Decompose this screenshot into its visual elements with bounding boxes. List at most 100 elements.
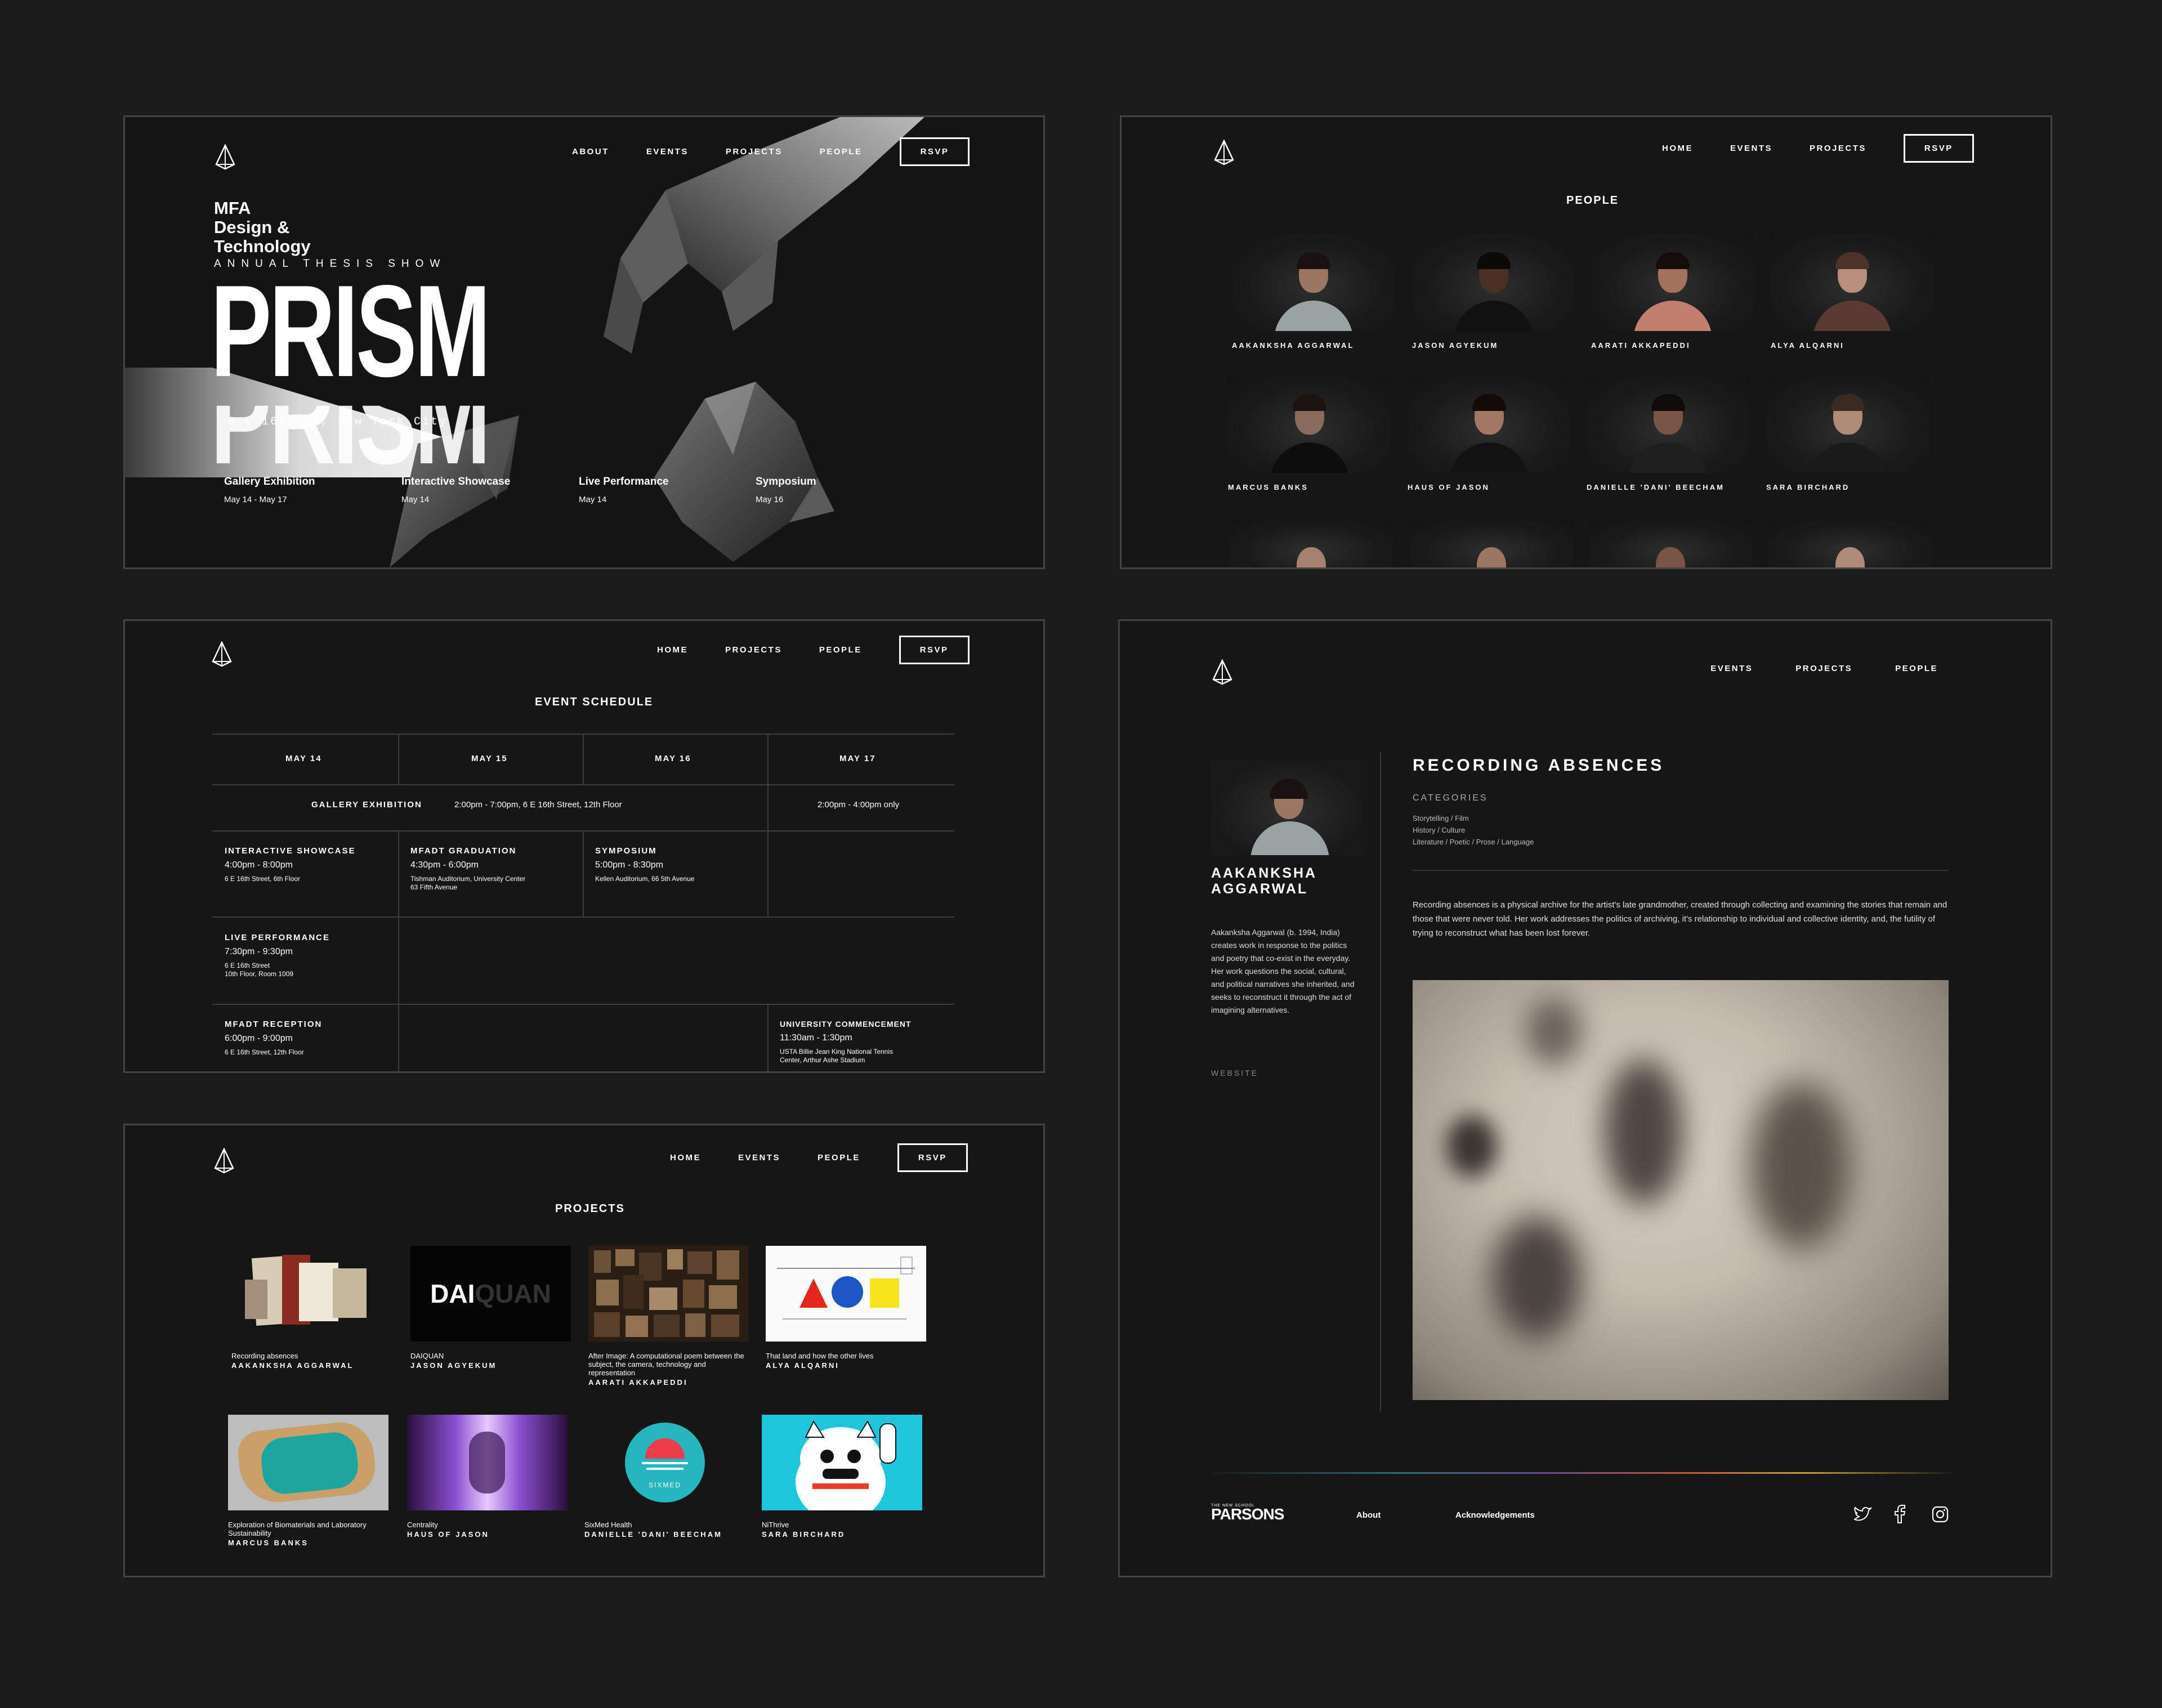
person-card[interactable]: AAKANKSHA AGGARWAL [1232, 234, 1395, 350]
event-time: 2:00pm - 4:00pm only [818, 800, 900, 810]
person-card-partial[interactable] [1230, 520, 1393, 567]
schedule-symposium[interactable]: SYMPOSIUM 5:00pm - 8:30pm Kellen Auditor… [595, 846, 695, 883]
table-rule [767, 784, 769, 830]
rsvp-button[interactable]: RSVP [899, 636, 970, 664]
person-card-partial[interactable] [1768, 520, 1932, 567]
twitter-icon[interactable] [1853, 1506, 1872, 1523]
event-location: 6 E 16th Street 10th Floor, Room 1009 [225, 962, 330, 978]
nav-events[interactable]: EVENTS [646, 147, 689, 157]
nav-home[interactable]: HOME [1662, 144, 1693, 153]
project-author: SARA BIRCHARD [762, 1530, 846, 1539]
person-card[interactable]: DANIELLE 'DANI' BEECHAM [1587, 376, 1750, 491]
prism-logo-icon[interactable] [211, 641, 233, 667]
footer-acknowledgements-link[interactable]: Acknowledgements [1455, 1510, 1535, 1520]
nav-people[interactable]: PEOPLE [818, 1153, 860, 1162]
instagram-icon[interactable] [1932, 1506, 1949, 1523]
day-header: MAY 14 [285, 754, 322, 763]
event-symposium[interactable]: Symposium May 16 [756, 476, 816, 504]
nav-events[interactable]: EVENTS [1710, 664, 1753, 673]
person-hair [1477, 252, 1511, 269]
project-card[interactable]: After Image: A computational poem betwee… [588, 1246, 749, 1387]
prism-logo-icon[interactable] [1211, 659, 1234, 685]
person-name: MARCUS BANKS [1228, 483, 1308, 491]
event-time: 4:00pm - 8:00pm [225, 860, 293, 870]
nav-projects[interactable]: PROJECTS [1795, 664, 1852, 673]
category-item[interactable]: History / Culture [1413, 824, 1534, 836]
table-rule [398, 830, 399, 1071]
project-card[interactable]: Recording absences AAKANKSHA AGGARWAL [231, 1246, 392, 1370]
event-interactive-showcase[interactable]: Interactive Showcase May 14 [401, 476, 510, 504]
nav-projects[interactable]: PROJECTS [725, 645, 782, 655]
nav-projects[interactable]: PROJECTS [1810, 144, 1866, 153]
person-card-partial[interactable] [1410, 520, 1573, 567]
person-hair [1472, 394, 1506, 411]
event-dates: May 14 [579, 495, 607, 504]
rsvp-button[interactable]: RSVP [1903, 134, 1974, 163]
nav-about[interactable]: ABOUT [572, 147, 609, 157]
day-header: MAY 15 [471, 754, 508, 763]
event-dates: May 16 [756, 495, 784, 504]
tagline-line: MFA [214, 198, 251, 218]
categories-list: Storytelling / Film History / Culture Li… [1413, 812, 1534, 848]
gallery-exhibition-may17: 2:00pm - 4:00pm only [818, 800, 899, 810]
category-divider [1413, 870, 1949, 871]
project-author: HAUS OF JASON [407, 1530, 489, 1539]
schedule-interactive-showcase[interactable]: INTERACTIVE SHOWCASE 4:00pm - 8:00pm 6 E… [225, 846, 356, 883]
event-gallery-exhibition[interactable]: Gallery Exhibition May 14 - May 17 [224, 476, 315, 504]
event-live-performance[interactable]: Live Performance May 14 [579, 476, 668, 504]
nav-home[interactable]: HOME [657, 645, 688, 655]
footer-about-link[interactable]: About [1356, 1510, 1381, 1520]
category-item[interactable]: Literature / Poetic / Prose / Language [1413, 836, 1534, 848]
category-item[interactable]: Storytelling / Film [1413, 812, 1534, 824]
person-card[interactable]: MARCUS BANKS [1228, 376, 1391, 491]
prism-logo-icon[interactable] [214, 144, 236, 170]
rsvp-button[interactable]: RSVP [899, 137, 970, 166]
schedule-live-performance[interactable]: LIVE PERFORMANCE 7:30pm - 9:30pm 6 E 16t… [225, 933, 330, 978]
project-title: After Image: A computational poem betwee… [588, 1352, 744, 1377]
person-card[interactable]: HAUS OF JASON [1408, 376, 1571, 491]
project-card[interactable]: DAI QUAN DAIQUAN JASON AGYEKUM [410, 1246, 571, 1370]
person-name: DANIELLE 'DANI' BEECHAM [1587, 483, 1725, 491]
nav-projects[interactable]: PROJECTS [726, 147, 783, 157]
event-location: Kellen Auditorium, 66 5th Avenue [595, 875, 695, 883]
prism-logo-icon[interactable] [213, 1148, 235, 1174]
nav-events[interactable]: EVENTS [1730, 144, 1772, 153]
nav-events[interactable]: EVENTS [738, 1153, 780, 1162]
people-page-panel: HOME EVENTS PROJECTS RSVP PEOPLE AAKANKS… [1120, 115, 2052, 569]
nav-people[interactable]: PEOPLE [1895, 664, 1938, 673]
schedule-university-commencement[interactable]: UNIVERSITY COMMENCEMENT 11:30am - 1:30pm… [780, 1020, 912, 1065]
table-rule [583, 830, 584, 916]
prism-logo-icon[interactable] [1213, 140, 1235, 166]
project-card[interactable]: SIXMED SixMed Health DANIELLE 'DANI' BEE… [584, 1415, 745, 1539]
person-photo [1228, 376, 1391, 473]
main-nav: HOME PROJECTS PEOPLE RSVP [657, 636, 970, 664]
person-card[interactable]: SARA BIRCHARD [1766, 376, 1929, 491]
nav-people[interactable]: PEOPLE [819, 645, 862, 655]
table-rule [767, 830, 769, 916]
project-card[interactable]: NiThrive SARA BIRCHARD [762, 1415, 922, 1539]
facebook-icon[interactable] [1893, 1505, 1906, 1524]
schedule-mfadt-reception[interactable]: MFADT RECEPTION 6:00pm - 9:00pm 6 E 16th… [225, 1020, 322, 1057]
project-card[interactable]: Exploration of Biomaterials and Laborato… [228, 1415, 388, 1547]
nav-people[interactable]: PEOPLE [820, 147, 863, 157]
person-card[interactable]: AARATI AKKAPEDDI [1591, 234, 1754, 350]
person-hair [1293, 394, 1326, 411]
person-body [1274, 301, 1353, 331]
website-link[interactable]: WEBSITE [1211, 1068, 1258, 1077]
prism-title: PRISM [211, 258, 491, 404]
parsons-logo[interactable]: THE NEW SCHOOL PARSONS [1211, 1504, 1284, 1523]
rsvp-button[interactable]: RSVP [897, 1143, 968, 1172]
project-card[interactable]: That land and how the other lives ALYA A… [766, 1246, 926, 1370]
person-card[interactable]: JASON AGYEKUM [1412, 234, 1575, 350]
project-card[interactable]: Centrality HAUS OF JASON [407, 1415, 568, 1539]
nav-home[interactable]: HOME [670, 1153, 701, 1162]
location-line: 10th Floor, Room 1009 [225, 970, 294, 978]
person-card-partial[interactable] [1589, 520, 1752, 567]
schedule-mfadt-graduation[interactable]: MFADT GRADUATION 4:30pm - 6:00pm Tishman… [410, 846, 525, 892]
project-title: SixMed Health [584, 1521, 632, 1529]
location-line: 6 E 16th Street [225, 962, 270, 969]
event-location: USTA Billie Jean King National Tennis Cen… [780, 1048, 912, 1065]
tagline-line: Design & [214, 217, 290, 237]
person-card[interactable]: ALYA ALQARNI [1771, 234, 1934, 350]
person-name: AARATI AKKAPEDDI [1591, 341, 1691, 350]
